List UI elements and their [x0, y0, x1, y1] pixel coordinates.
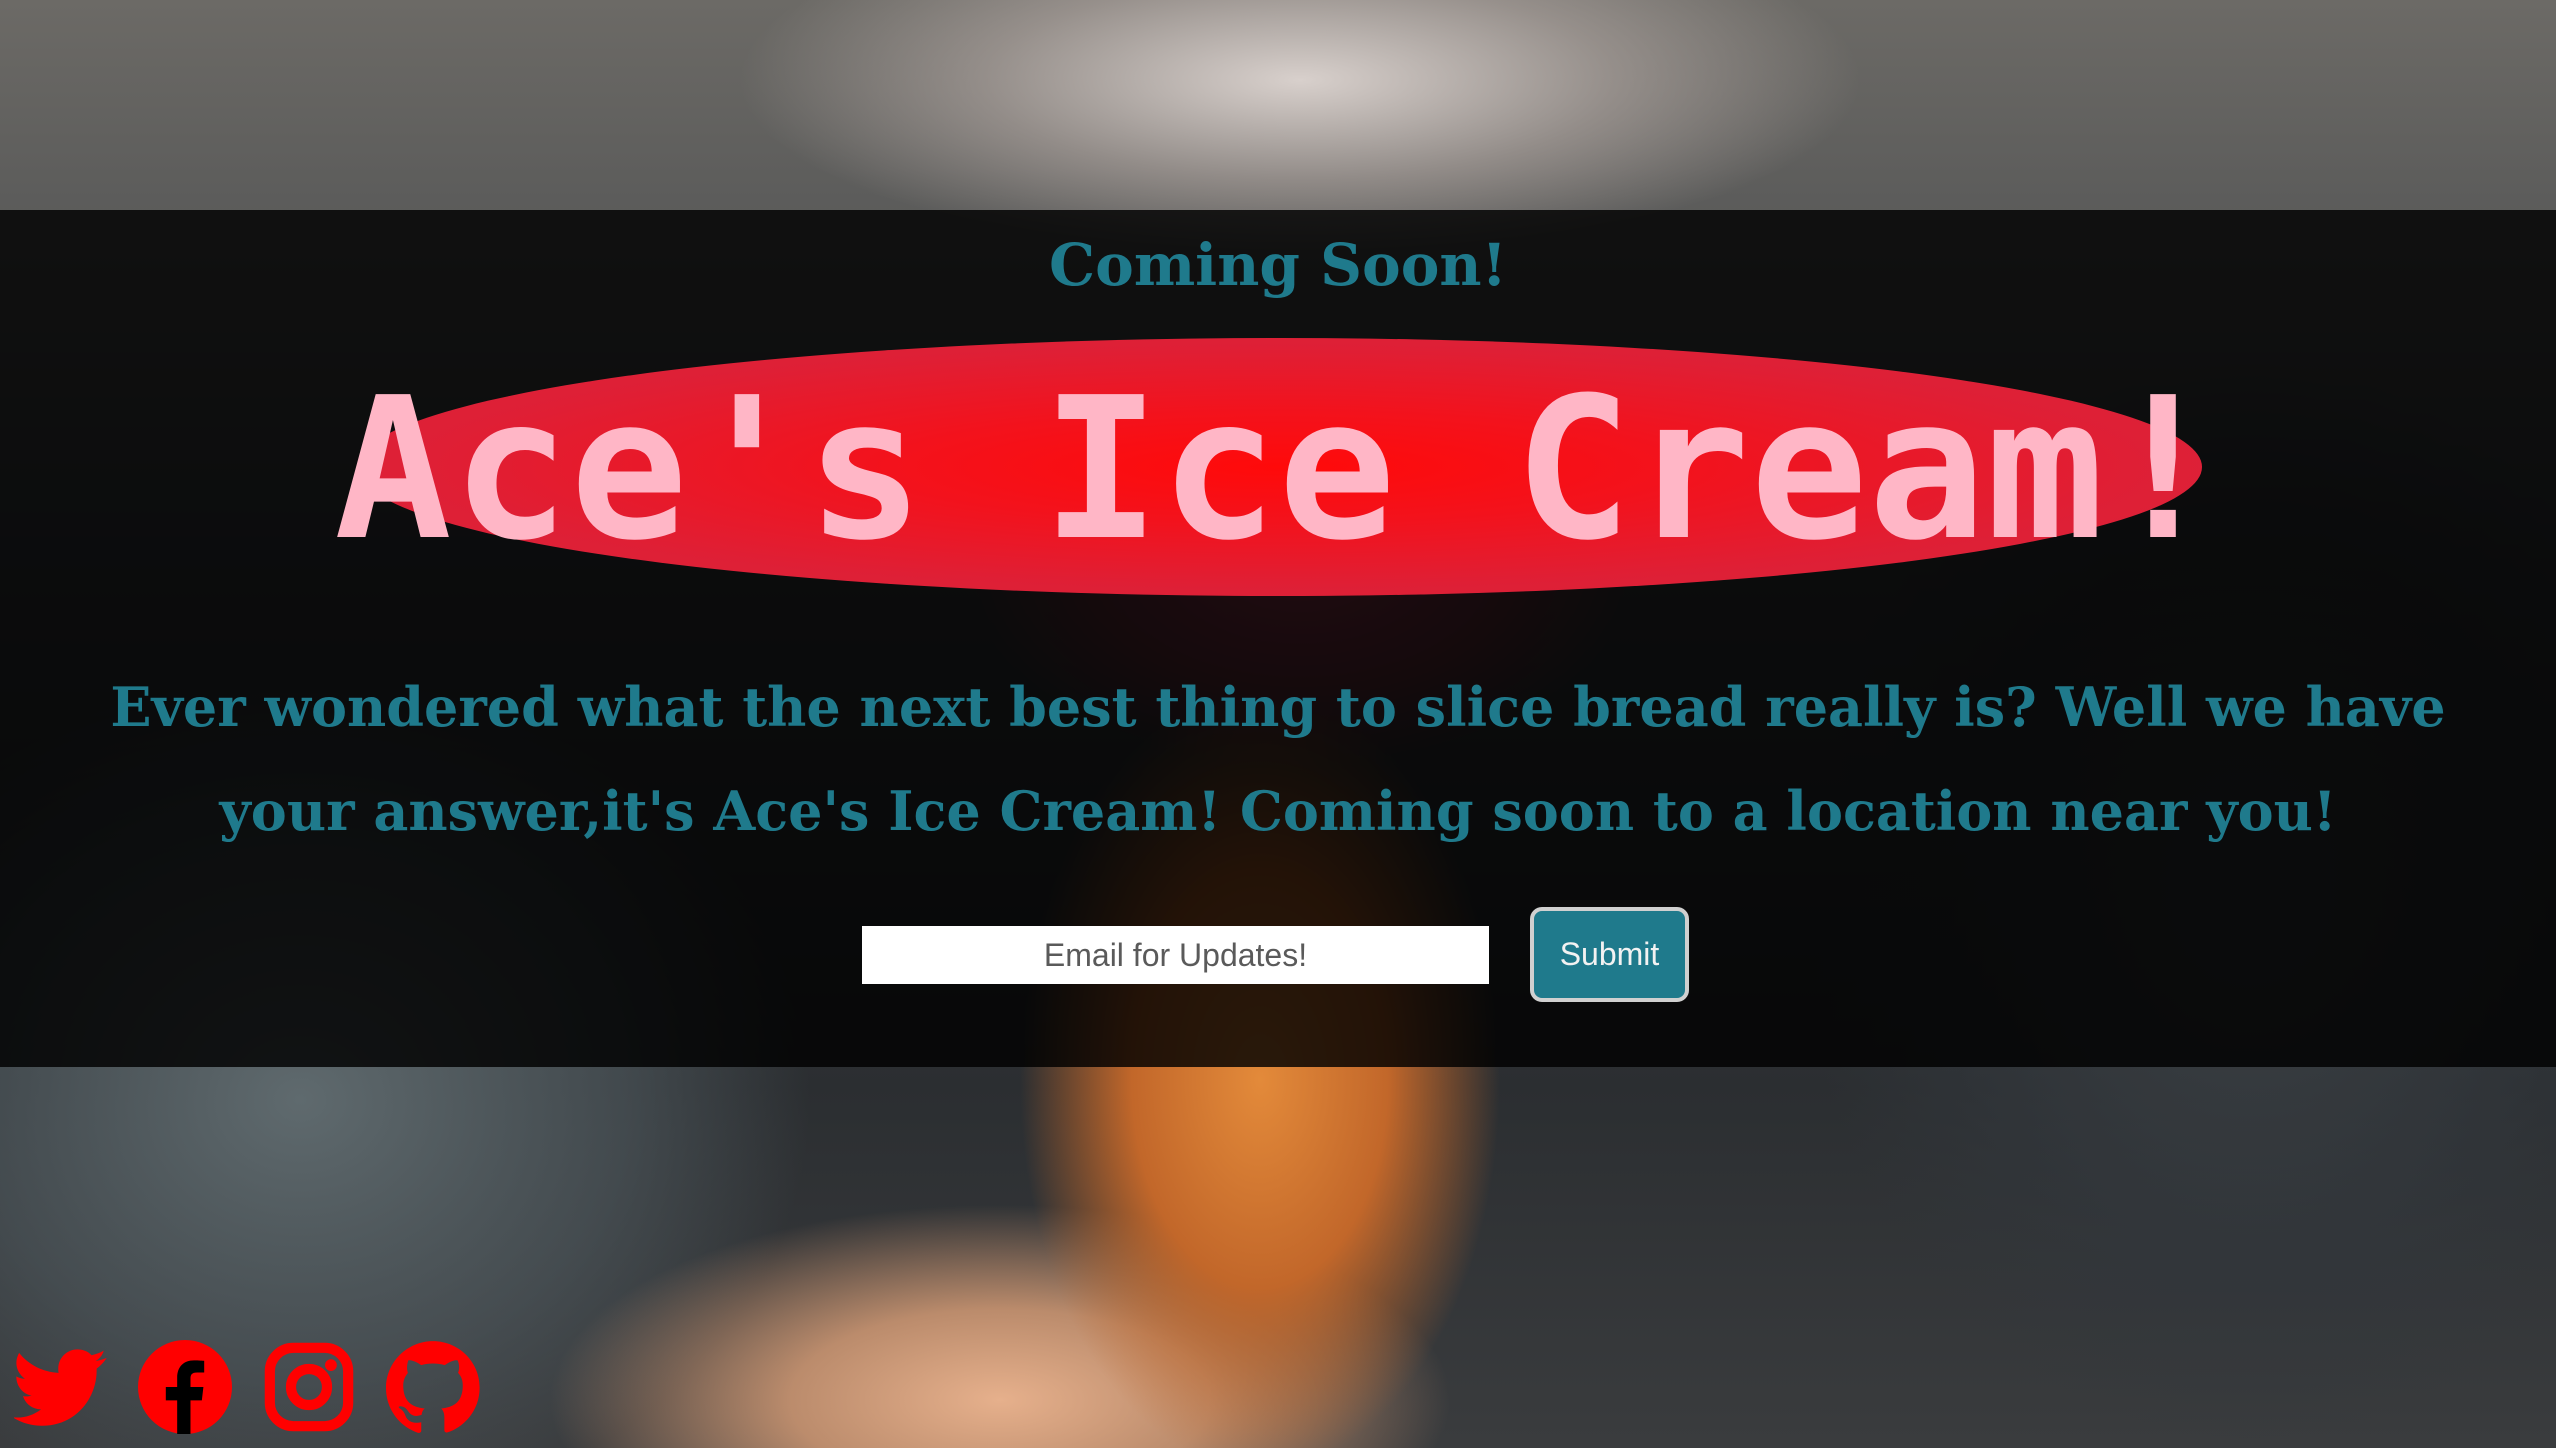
email-field[interactable]: [862, 926, 1489, 984]
submit-button[interactable]: Submit: [1530, 907, 1689, 1002]
tagline: Ever wondered what the next best thing t…: [110, 675, 2446, 843]
github-link[interactable]: [386, 1340, 480, 1434]
social-links: [14, 1340, 480, 1434]
instagram-icon: [264, 1342, 354, 1432]
twitter-icon: [14, 1349, 107, 1426]
facebook-icon: [138, 1340, 232, 1434]
facebook-link[interactable]: [138, 1340, 232, 1434]
instagram-link[interactable]: [262, 1340, 356, 1434]
github-icon: [386, 1341, 480, 1433]
twitter-link[interactable]: [14, 1340, 108, 1434]
page-title: Ace's Ice Cream!: [333, 356, 2223, 584]
coming-soon-heading: Coming Soon!: [1048, 231, 1508, 299]
